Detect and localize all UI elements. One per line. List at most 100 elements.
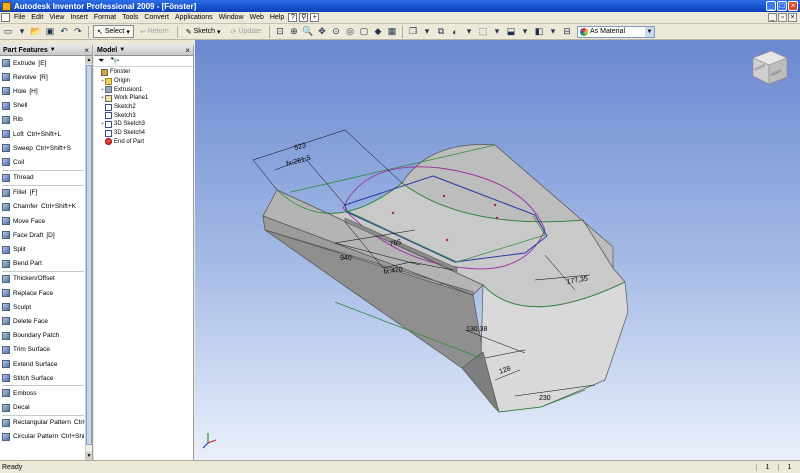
- save-icon[interactable]: ▣: [44, 26, 56, 38]
- tree-node-origin[interactable]: + Origin: [94, 77, 193, 86]
- feature-circular-pattern-tool[interactable]: Circular PatternCtrl+Shift+O: [0, 430, 92, 444]
- new-dropdown-icon[interactable]: ▾: [16, 26, 28, 38]
- orbit-icon[interactable]: ◎: [344, 26, 356, 38]
- help-question-icon[interactable]: ?: [288, 13, 298, 22]
- tree-node-sketch3[interactable]: Sketch3: [94, 111, 193, 120]
- feature-thread-tool[interactable]: Thread: [0, 171, 86, 185]
- feature-bend-part-tool[interactable]: Bend Part: [0, 257, 86, 271]
- graphics-viewport[interactable]: FRONT RIGHT 523 fx:261,5 765 940 fx:470 …: [195, 40, 800, 460]
- zoom-icon[interactable]: 🔍: [302, 26, 314, 38]
- menu-convert[interactable]: Convert: [141, 14, 172, 21]
- tree-node-3d-sketch3[interactable]: +3D Sketch3: [94, 120, 193, 129]
- feature-sculpt-tool[interactable]: Sculpt: [0, 300, 86, 314]
- tree-node-end-of-part[interactable]: End of Part: [94, 138, 193, 147]
- minimize-button[interactable]: _: [766, 1, 776, 11]
- redo-icon[interactable]: ↷: [72, 26, 84, 38]
- part-features-header[interactable]: Part Features ▼ ×: [0, 45, 92, 56]
- feature-extend-surface-tool[interactable]: Extend Surface: [0, 357, 86, 371]
- look-at-icon[interactable]: ▢: [358, 26, 370, 38]
- feature-sweep-tool[interactable]: Sweep Ctrl+Shift+S: [0, 141, 86, 155]
- new-icon[interactable]: ▭: [2, 26, 14, 38]
- menu-tools[interactable]: Tools: [119, 14, 141, 21]
- zoom-selected-icon[interactable]: ⊙: [330, 26, 342, 38]
- view-cube[interactable]: FRONT RIGHT: [752, 50, 788, 85]
- shadow-icon[interactable]: ◐: [449, 26, 461, 38]
- feature-emboss-tool[interactable]: Emboss: [0, 386, 86, 400]
- features-scrollbar[interactable]: ▲ ▼: [85, 56, 92, 460]
- reflection-icon[interactable]: ⬓: [505, 26, 517, 38]
- document-icon[interactable]: [1, 13, 10, 22]
- zoom-all-icon[interactable]: ⊡: [274, 26, 286, 38]
- zoom-window-icon[interactable]: ⊕: [288, 26, 300, 38]
- feature-revolve-tool[interactable]: Revolve [R]: [0, 70, 86, 84]
- update-button[interactable]: ⟳ Update: [227, 25, 265, 38]
- feature-boundary-patch-tool[interactable]: Boundary Patch: [0, 329, 86, 343]
- menu-applications[interactable]: Applications: [172, 14, 216, 21]
- feature-shell-tool[interactable]: Shell: [0, 99, 86, 113]
- doc-minimize-button[interactable]: _: [768, 13, 777, 22]
- feature-delete-face-tool[interactable]: Delete Face: [0, 314, 86, 328]
- menu-file[interactable]: File: [11, 14, 28, 21]
- feature-loft-tool[interactable]: Loft Ctrl+Shift+L: [0, 127, 86, 141]
- menu-view[interactable]: View: [46, 14, 67, 21]
- scroll-down-icon[interactable]: ▼: [86, 452, 92, 460]
- section-dropdown-icon[interactable]: ▾: [547, 26, 559, 38]
- feature-fillet-tool[interactable]: Fillet [F]: [0, 186, 86, 200]
- menu-web[interactable]: Web: [247, 14, 267, 21]
- shaded-display-icon[interactable]: ◆: [372, 26, 384, 38]
- scroll-thumb[interactable]: [86, 65, 92, 445]
- ground-plane-icon[interactable]: ⬚: [477, 26, 489, 38]
- feature-trim-surface-tool[interactable]: Trim Surface: [0, 343, 86, 357]
- feature-replace-face-tool[interactable]: Replace Face: [0, 286, 86, 300]
- display-style-dropdown-icon[interactable]: ▾: [421, 26, 433, 38]
- select-button[interactable]: ↖ Select ▾: [93, 25, 134, 38]
- return-button[interactable]: ↩ Return: [136, 25, 173, 38]
- feature-hole-tool[interactable]: Hole [H]: [0, 84, 86, 98]
- ground-dropdown-icon[interactable]: ▾: [491, 26, 503, 38]
- undo-icon[interactable]: ↶: [58, 26, 70, 38]
- open-icon[interactable]: 📂: [30, 26, 42, 38]
- feature-chamfer-tool[interactable]: Chamfer Ctrl+Shift+K: [0, 200, 86, 214]
- tree-node-extrusion1[interactable]: + Extrusion1: [94, 85, 193, 94]
- shadow-dropdown-icon[interactable]: ▾: [463, 26, 475, 38]
- menu-edit[interactable]: Edit: [28, 14, 46, 21]
- menu-window[interactable]: Window: [216, 14, 247, 21]
- sketch-button[interactable]: ✎ Sketch ▾: [182, 25, 225, 38]
- menu-insert[interactable]: Insert: [67, 14, 91, 21]
- camera-icon[interactable]: ⧉: [435, 26, 447, 38]
- section-view-icon[interactable]: ◧: [533, 26, 545, 38]
- close-button[interactable]: ×: [788, 1, 798, 11]
- add-icon[interactable]: +: [310, 13, 320, 22]
- feature-thicken-offset-tool[interactable]: Thicken/Offset: [0, 272, 86, 286]
- filter-icon[interactable]: ⏷: [98, 56, 104, 66]
- feature-rectangular-pattern-tool[interactable]: Rectangular PatternCtrl+Shift+R: [0, 416, 92, 430]
- view-cube-toggle-icon[interactable]: ▦: [386, 26, 398, 38]
- feature-stitch-surface-tool[interactable]: Stitch Surface: [0, 371, 86, 385]
- model-header[interactable]: Model ▼ ×: [94, 45, 193, 56]
- maximize-button[interactable]: □: [777, 1, 787, 11]
- scroll-up-icon[interactable]: ▲: [86, 56, 92, 64]
- feature-move-face-tool[interactable]: Move Face: [0, 214, 86, 228]
- feature-extrude-tool[interactable]: Extrude [E]: [0, 56, 86, 70]
- tree-node-work-plane1[interactable]: + Work Plane1: [94, 94, 193, 103]
- display-style-icon[interactable]: ❒: [407, 26, 419, 38]
- chevron-down-icon[interactable]: ▼: [645, 26, 654, 37]
- tree-node-3d-sketch4[interactable]: 3D Sketch4: [94, 129, 193, 138]
- inventor-app-icon[interactable]: [2, 1, 11, 11]
- feature-decal-tool[interactable]: Decal: [0, 401, 86, 415]
- tree-node-f-nster[interactable]: Fönster: [94, 68, 193, 77]
- find-icon[interactable]: 🔭: [110, 57, 120, 66]
- doc-restore-button[interactable]: ▫: [778, 13, 787, 22]
- tree-node-sketch2[interactable]: Sketch2: [94, 103, 193, 112]
- close-icon[interactable]: ×: [185, 46, 190, 55]
- feature-coil-tool[interactable]: Coil: [0, 155, 86, 169]
- menu-help[interactable]: Help: [267, 14, 287, 21]
- feature-face-draft-tool[interactable]: Face Draft [D]: [0, 228, 86, 242]
- material-select[interactable]: As Material ▼: [577, 25, 655, 38]
- feature-split-tool[interactable]: Split: [0, 242, 86, 256]
- close-icon[interactable]: ×: [84, 46, 89, 55]
- reflection-dropdown-icon[interactable]: ▾: [519, 26, 531, 38]
- pan-icon[interactable]: ✥: [316, 26, 328, 38]
- menu-format[interactable]: Format: [91, 14, 119, 21]
- chevron-down-icon[interactable]: ▼: [50, 47, 56, 53]
